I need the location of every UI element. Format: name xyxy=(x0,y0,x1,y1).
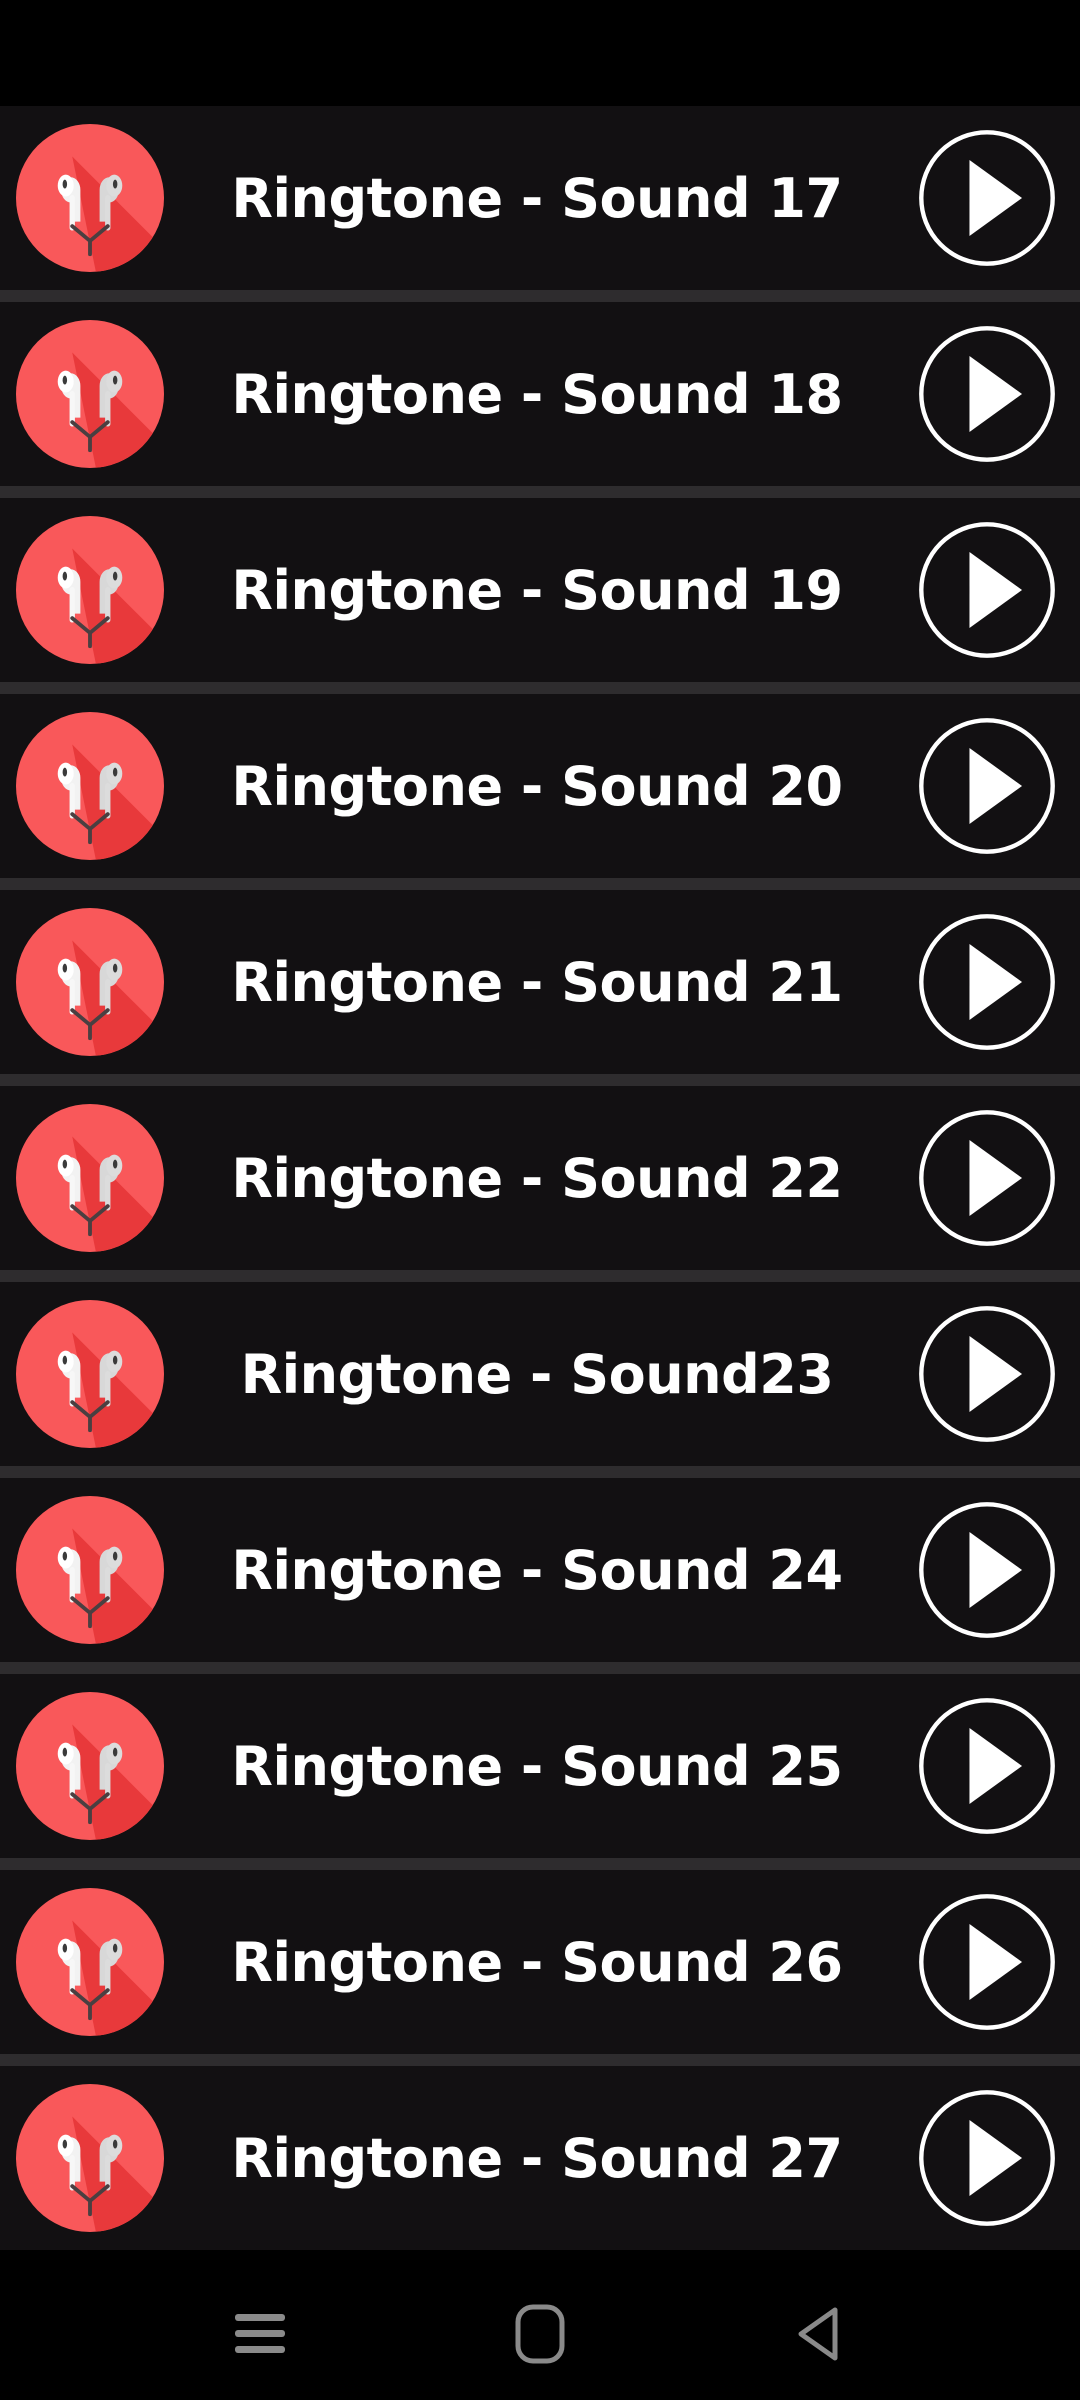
ringtone-row[interactable]: Ringtone - Sound 18 xyxy=(0,302,1080,486)
earbuds-icon xyxy=(16,1888,164,2036)
ringtone-row[interactable]: Ringtone - Sound23 xyxy=(0,1282,1080,1466)
row-divider xyxy=(0,878,1080,890)
ringtone-title-cell: Ringtone - Sound 26 xyxy=(180,1931,894,1994)
ringtone-row[interactable]: Ringtone - Sound 25 xyxy=(0,1674,1080,1858)
play-button[interactable] xyxy=(894,1693,1080,1839)
ringtone-title: Ringtone - Sound23 xyxy=(240,1342,834,1406)
play-button[interactable] xyxy=(894,1497,1080,1643)
ringtone-icon-cell xyxy=(0,2084,180,2232)
ringtone-icon-cell xyxy=(0,516,180,664)
row-divider xyxy=(0,1270,1080,1282)
ringtone-icon-cell xyxy=(0,1104,180,1252)
play-circle-icon xyxy=(914,2085,1060,2231)
play-button[interactable] xyxy=(894,125,1080,271)
row-divider xyxy=(0,1858,1080,1870)
play-button[interactable] xyxy=(894,517,1080,663)
play-circle-icon xyxy=(914,517,1060,663)
ringtone-title: Ringtone - Sound 17 xyxy=(231,166,843,230)
play-button[interactable] xyxy=(894,909,1080,1055)
ringtone-title: Ringtone - Sound 26 xyxy=(231,1930,843,1994)
play-button[interactable] xyxy=(894,1105,1080,1251)
ringtone-title-cell: Ringtone - Sound 22 xyxy=(180,1147,894,1210)
row-divider xyxy=(0,682,1080,694)
play-circle-icon xyxy=(914,1693,1060,1839)
play-circle-icon xyxy=(914,1889,1060,2035)
row-divider xyxy=(0,290,1080,302)
play-circle-icon xyxy=(914,125,1060,271)
play-circle-icon xyxy=(914,321,1060,467)
play-circle-icon xyxy=(914,1497,1060,1643)
ringtone-row[interactable]: Ringtone - Sound 24 xyxy=(0,1478,1080,1662)
back-button[interactable] xyxy=(760,2274,880,2394)
ringtone-row[interactable]: Ringtone - Sound 22 xyxy=(0,1086,1080,1270)
ringtone-list: Ringtone - Sound 17 Ringtone - Sound 18 Ri… xyxy=(0,106,1080,2268)
earbuds-icon xyxy=(16,516,164,664)
app-screen: Ringtone - Sound 17 Ringtone - Sound 18 Ri… xyxy=(0,0,1080,2400)
ringtone-icon-cell xyxy=(0,1888,180,2036)
play-button[interactable] xyxy=(894,713,1080,859)
play-circle-icon xyxy=(914,1105,1060,1251)
play-button[interactable] xyxy=(894,1889,1080,2035)
play-button[interactable] xyxy=(894,321,1080,467)
play-button[interactable] xyxy=(894,2085,1080,2231)
ringtone-icon-cell xyxy=(0,1496,180,1644)
ringtone-title-cell: Ringtone - Sound 19 xyxy=(180,559,894,622)
row-divider xyxy=(0,2054,1080,2066)
ringtone-title: Ringtone - Sound 25 xyxy=(231,1734,843,1798)
ringtone-title-cell: Ringtone - Sound23 xyxy=(180,1343,894,1406)
ringtone-title: Ringtone - Sound 21 xyxy=(231,950,843,1014)
ringtone-title-cell: Ringtone - Sound 24 xyxy=(180,1539,894,1602)
earbuds-icon xyxy=(16,320,164,468)
home-button[interactable] xyxy=(480,2274,600,2394)
ringtone-title-cell: Ringtone - Sound 21 xyxy=(180,951,894,1014)
row-divider xyxy=(0,486,1080,498)
ringtone-title-cell: Ringtone - Sound 25 xyxy=(180,1735,894,1798)
ringtone-title: Ringtone - Sound 24 xyxy=(231,1538,843,1602)
recents-button[interactable] xyxy=(200,2274,320,2394)
ringtone-row[interactable]: Ringtone - Sound 21 xyxy=(0,890,1080,1074)
ringtone-title: Ringtone - Sound 19 xyxy=(231,558,843,622)
ringtone-icon-cell xyxy=(0,124,180,272)
ringtone-icon-cell xyxy=(0,712,180,860)
earbuds-icon xyxy=(16,1692,164,1840)
ringtone-title-cell: Ringtone - Sound 17 xyxy=(180,167,894,230)
earbuds-icon xyxy=(16,2084,164,2232)
play-circle-icon xyxy=(914,1301,1060,1447)
ringtone-row[interactable]: Ringtone - Sound 19 xyxy=(0,498,1080,682)
ringtone-icon-cell xyxy=(0,908,180,1056)
ringtone-title: Ringtone - Sound 27 xyxy=(231,2126,843,2190)
ringtone-icon-cell xyxy=(0,320,180,468)
ringtone-icon-cell xyxy=(0,1692,180,1840)
earbuds-icon xyxy=(16,124,164,272)
ringtone-title: Ringtone - Sound 20 xyxy=(231,754,843,818)
ringtone-row[interactable]: Ringtone - Sound 17 xyxy=(0,106,1080,290)
ringtone-row[interactable]: Ringtone - Sound 20 xyxy=(0,694,1080,878)
row-divider xyxy=(0,1662,1080,1674)
ringtone-icon-cell xyxy=(0,1300,180,1448)
ringtone-row[interactable]: Ringtone - Sound 26 xyxy=(0,1870,1080,2054)
play-button[interactable] xyxy=(894,1301,1080,1447)
menu-icon xyxy=(231,2311,289,2357)
earbuds-icon xyxy=(16,1300,164,1448)
home-square-icon xyxy=(514,2303,566,2365)
ringtone-title-cell: Ringtone - Sound 20 xyxy=(180,755,894,818)
ringtone-row[interactable]: Ringtone - Sound 27 xyxy=(0,2066,1080,2250)
ringtone-title: Ringtone - Sound 22 xyxy=(231,1146,843,1210)
row-divider xyxy=(0,1074,1080,1086)
earbuds-icon xyxy=(16,1104,164,1252)
ringtone-title: Ringtone - Sound 18 xyxy=(231,362,843,426)
ringtone-title-cell: Ringtone - Sound 18 xyxy=(180,363,894,426)
android-navigation-bar xyxy=(0,2268,1080,2400)
earbuds-icon xyxy=(16,908,164,1056)
back-triangle-icon xyxy=(791,2303,849,2365)
status-bar xyxy=(0,0,1080,106)
row-divider xyxy=(0,1466,1080,1478)
play-circle-icon xyxy=(914,713,1060,859)
ringtone-title-cell: Ringtone - Sound 27 xyxy=(180,2127,894,2190)
earbuds-icon xyxy=(16,1496,164,1644)
earbuds-icon xyxy=(16,712,164,860)
play-circle-icon xyxy=(914,909,1060,1055)
